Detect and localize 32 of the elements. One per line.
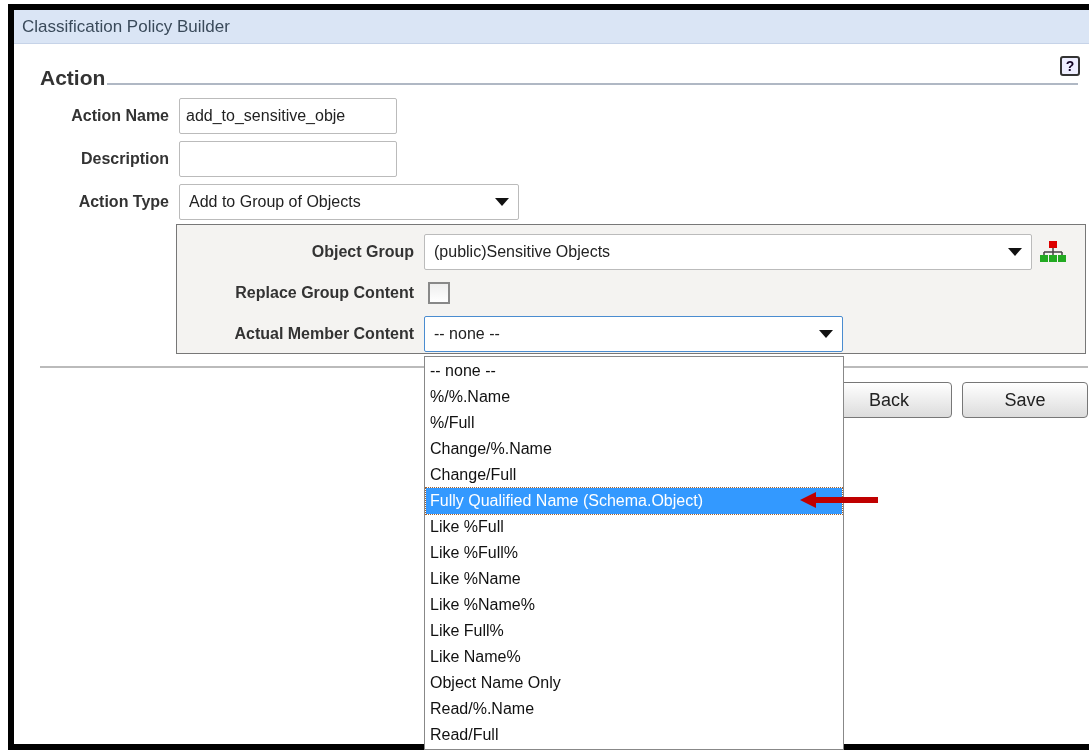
field-label: Action Type <box>77 192 170 212</box>
dropdown-option[interactable]: Like %Name <box>426 566 842 592</box>
dropdown-option[interactable]: Read/%.Name <box>426 696 842 722</box>
caret-icon <box>495 198 509 206</box>
field-label: Actual Member Content <box>233 324 415 344</box>
dropdown-option[interactable]: Like %Full% <box>426 540 842 566</box>
dropdown-option[interactable]: -- none -- <box>426 358 842 384</box>
dropdown-option[interactable]: Like %Name% <box>426 592 842 618</box>
dropdown-option[interactable]: Change/%.Name <box>426 436 842 462</box>
dropdown-option[interactable]: Change/Full <box>426 462 842 488</box>
dropdown-option[interactable]: Object Name Only <box>426 670 842 696</box>
button[interactable]: Save <box>962 382 1088 418</box>
caret-icon <box>1008 248 1022 256</box>
input-field[interactable] <box>179 141 397 177</box>
field-label: Object Group <box>310 242 415 262</box>
input-field[interactable]: add_to_sensitive_obje <box>179 98 397 134</box>
checkbox[interactable] <box>428 282 450 304</box>
window-title: Classification Policy Builder <box>14 10 1089 44</box>
dropdown-option[interactable]: Read/Full <box>426 722 842 748</box>
field-label: Description <box>80 149 170 169</box>
field-label: Action Name <box>70 106 170 126</box>
dropdown-option[interactable]: Like %Full <box>426 514 842 540</box>
field-label: Replace Group Content <box>234 283 415 303</box>
hierarchy-icon[interactable] <box>1040 241 1066 263</box>
help-icon[interactable]: ? <box>1060 56 1080 76</box>
dropdown-option[interactable]: Like Name% <box>426 644 842 670</box>
section-heading: Action <box>40 67 106 88</box>
caret-icon <box>819 330 833 338</box>
dropdown[interactable]: -- none -- <box>424 316 843 352</box>
dropdown-option[interactable]: Like Full% <box>426 618 842 644</box>
dropdown[interactable]: (public)Sensitive Objects <box>424 234 1032 270</box>
dropdown[interactable]: Add to Group of Objects <box>179 184 519 220</box>
